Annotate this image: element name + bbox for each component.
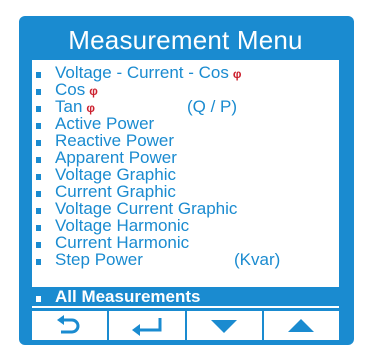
menu-item-apparent-power[interactable]: Apparent Power <box>32 149 339 166</box>
bullet-icon <box>36 225 41 231</box>
menu-item-reactive-power[interactable]: Reactive Power <box>32 132 339 149</box>
menu-item-voltage-harmonic[interactable]: Voltage Harmonic <box>32 217 339 234</box>
down-button[interactable] <box>184 311 262 340</box>
bullet-icon <box>36 140 41 146</box>
bullet-icon <box>36 106 41 112</box>
bullet-icon <box>36 296 41 302</box>
menu-item-label: Reactive Power <box>55 131 175 150</box>
bullet-icon <box>36 89 41 95</box>
menu-item-voltage-current-cos[interactable]: Voltage - Current - Cos φ <box>32 64 339 81</box>
menu-item-label: Voltage Graphic <box>55 165 176 184</box>
menu-item-current-graphic[interactable]: Current Graphic <box>32 183 339 200</box>
bullet-icon <box>36 191 41 197</box>
menu-item-label: Voltage Current Graphic <box>55 199 238 218</box>
bullet-icon <box>36 157 41 163</box>
menu-item-label: Active Power <box>55 114 155 133</box>
enter-return-icon <box>131 317 162 336</box>
arrow-up-icon <box>288 318 315 332</box>
menu-item-cos[interactable]: Cos φ <box>32 81 339 98</box>
phi-symbol: φ <box>232 67 242 81</box>
bullet-icon <box>36 72 41 78</box>
bullet-icon <box>36 259 41 265</box>
phi-symbol: φ <box>89 84 98 98</box>
bullet-icon <box>36 174 41 180</box>
bullet-icon <box>36 123 41 129</box>
up-button[interactable] <box>261 311 339 340</box>
menu-item-tan[interactable]: Tan φ (Q / P) <box>32 98 339 115</box>
menu-item-label: Step Power <box>55 250 143 269</box>
menu-item-step-power[interactable]: Step Power (Kvar) <box>32 251 339 268</box>
menu-title: Measurement Menu <box>68 25 303 55</box>
menu-item-active-power[interactable]: Active Power <box>32 115 339 132</box>
menu-item-label: All Measurements <box>55 287 201 306</box>
bullet-icon <box>36 242 41 248</box>
menu-list: Voltage - Current - Cos φ Cos φ Tan φ (Q / … <box>32 60 339 308</box>
back-arrow-icon <box>56 314 80 333</box>
menu-item-voltage-graphic[interactable]: Voltage Graphic <box>32 166 339 183</box>
menu-item-label: Current Graphic <box>55 182 176 201</box>
menu-item-label: Voltage Harmonic <box>55 216 190 235</box>
menu-item-label: Current Harmonic <box>55 233 190 252</box>
button-bar <box>32 311 339 340</box>
phi-symbol: φ <box>86 101 96 115</box>
bullet-icon <box>36 208 41 214</box>
menu-item-current-harmonic[interactable]: Current Harmonic <box>32 234 339 251</box>
menu-item-extra: (Q / P) <box>187 97 238 116</box>
menu-item-label: Apparent Power <box>55 148 177 167</box>
menu-item-extra: (Kvar) <box>234 250 281 269</box>
menu-item-voltage-current-graphic[interactable]: Voltage Current Graphic <box>32 200 339 217</box>
arrow-down-icon <box>211 319 238 333</box>
enter-button[interactable] <box>107 311 185 340</box>
back-button[interactable] <box>32 311 108 340</box>
menu-item-all-measurements[interactable]: All Measurements <box>32 287 339 306</box>
